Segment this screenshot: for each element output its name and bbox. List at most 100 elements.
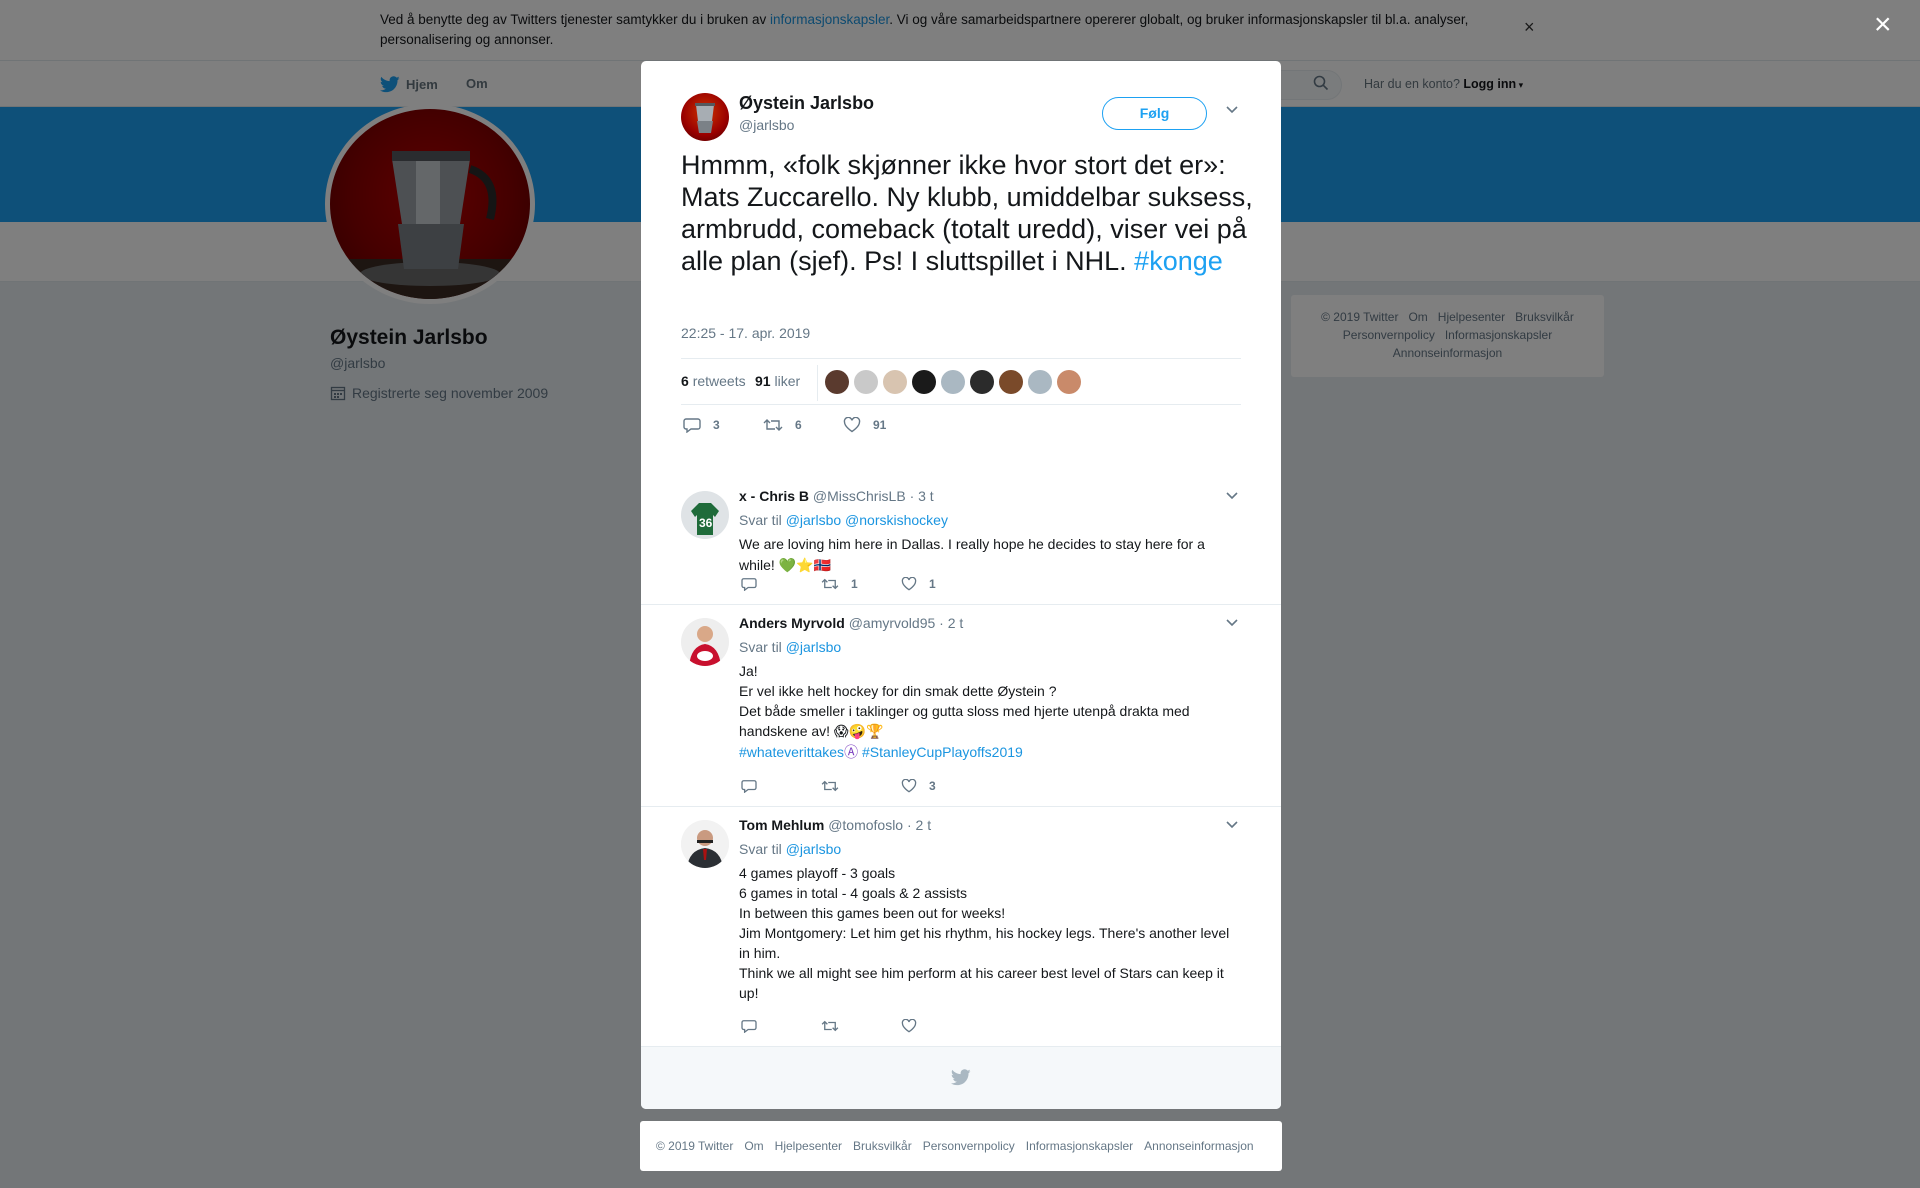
liker-avatar[interactable] xyxy=(970,370,994,394)
reply-author-name[interactable]: x - Chris B xyxy=(739,488,809,504)
tweet-text: Hmmm, «folk skjønner ikke hvor stort det… xyxy=(681,150,1253,276)
liker-avatar[interactable] xyxy=(883,370,907,394)
liker-avatar[interactable] xyxy=(999,370,1023,394)
retweet-icon xyxy=(821,578,839,590)
reply-actions: 3 xyxy=(741,779,981,793)
retweet-button[interactable]: 1 xyxy=(821,577,901,591)
reply-to: Svar til @jarlsbo xyxy=(739,639,842,655)
reply-button[interactable]: 3 xyxy=(683,417,763,433)
author-name[interactable]: Øystein Jarlsbo xyxy=(739,93,874,114)
retweet-button[interactable] xyxy=(821,779,901,793)
reply-header: Anders Myrvold @amyrvold95 · 2 t xyxy=(739,615,963,631)
footer-link[interactable]: Hjelpesenter xyxy=(775,1139,842,1153)
liker-avatars xyxy=(825,370,1081,394)
reply-time[interactable]: · 3 t xyxy=(910,488,934,504)
heart-icon xyxy=(901,1019,917,1033)
chevron-down-icon[interactable] xyxy=(1225,105,1239,115)
moka-pot-thumb xyxy=(695,103,715,133)
reply-avatar[interactable] xyxy=(681,820,729,868)
reply-header: x - Chris B @MissChrisLB · 3 t xyxy=(739,488,934,504)
retweet-icon xyxy=(763,419,783,431)
liker-avatar[interactable] xyxy=(825,370,849,394)
reply-avatar[interactable] xyxy=(681,618,729,666)
reply-text: We are loving him here in Dallas. I real… xyxy=(739,536,1205,573)
reply-text: 4 games playoff - 3 goals 6 games in tot… xyxy=(739,865,1230,1001)
reply-actions xyxy=(741,1019,981,1033)
reply-to: Svar til @jarlsbo xyxy=(739,841,842,857)
reply-button[interactable] xyxy=(741,779,821,793)
close-icon[interactable]: × xyxy=(1874,10,1892,40)
hashtag-link[interactable]: #StanleyCupPlayoffs2019 xyxy=(862,744,1023,760)
like-button[interactable]: 3 xyxy=(901,779,981,793)
twitter-bird-icon xyxy=(951,1069,971,1086)
reply-icon xyxy=(741,780,757,793)
hashtag-link[interactable]: #konge xyxy=(1134,246,1223,276)
tweet-timestamp[interactable]: 22:25 - 17. apr. 2019 xyxy=(681,325,810,341)
person-avatar-image xyxy=(681,820,729,868)
reply-time[interactable]: · 2 t xyxy=(907,817,931,833)
liker-avatar[interactable] xyxy=(1028,370,1052,394)
likes-stat[interactable]: 91 liker xyxy=(755,373,800,389)
modal-footer xyxy=(641,1046,1281,1109)
like-button[interactable]: 1 xyxy=(901,577,981,591)
jersey-avatar-image: 36 xyxy=(681,491,729,539)
reply-icon xyxy=(683,418,701,433)
reply-icon xyxy=(741,578,757,591)
heart-icon xyxy=(843,417,861,433)
svg-text:36: 36 xyxy=(699,516,713,530)
mention-link[interactable]: @jarlsbo xyxy=(786,639,841,655)
retweet-button[interactable]: 6 xyxy=(763,417,843,433)
author-avatar[interactable] xyxy=(681,93,729,141)
follow-button[interactable]: Følg xyxy=(1102,97,1207,130)
reply-author-name[interactable]: Tom Mehlum xyxy=(739,817,824,833)
mention-link[interactable]: @jarlsbo xyxy=(786,512,841,528)
mention-link[interactable]: @jarlsbo xyxy=(786,841,841,857)
reply-actions: 1 1 xyxy=(741,577,981,591)
reply-to: Svar til @jarlsbo @norskishockey xyxy=(739,512,948,528)
liker-avatar[interactable] xyxy=(912,370,936,394)
retweet-icon xyxy=(821,1020,839,1032)
footer-link[interactable]: Bruksvilkår xyxy=(853,1139,912,1153)
footer-link[interactable]: Informasjonskapsler xyxy=(1026,1139,1133,1153)
reply-avatar[interactable]: 36 xyxy=(681,491,729,539)
reply-tweet[interactable]: Tom Mehlum @tomofoslo · 2 t Svar til @ja… xyxy=(641,808,1281,1046)
retweets-stat[interactable]: 6 retweets xyxy=(681,373,746,389)
reply-header: Tom Mehlum @tomofoslo · 2 t xyxy=(739,817,931,833)
footer-link[interactable]: Annonseinformasjon xyxy=(1144,1139,1253,1153)
tweet-actions: 3 6 91 xyxy=(683,417,923,433)
footer-link[interactable]: Om xyxy=(744,1139,763,1153)
chevron-down-icon[interactable] xyxy=(1225,618,1239,628)
liker-avatar[interactable] xyxy=(1057,370,1081,394)
reply-tweet[interactable]: 36 x - Chris B @MissChrisLB · 3 t Svar t… xyxy=(641,473,1281,605)
chevron-down-icon[interactable] xyxy=(1225,820,1239,830)
reply-author-handle[interactable]: @MissChrisLB xyxy=(813,488,906,504)
reply-tweet[interactable]: Anders Myrvold @amyrvold95 · 2 t Svar ti… xyxy=(641,606,1281,807)
hashtag-link[interactable]: #whateverittakes xyxy=(739,744,844,760)
liker-avatar[interactable] xyxy=(854,370,878,394)
reply-button[interactable] xyxy=(741,577,821,591)
reply-author-handle[interactable]: @amyrvold95 xyxy=(849,615,936,631)
author-handle[interactable]: @jarlsbo xyxy=(739,117,794,133)
heart-icon xyxy=(901,779,917,793)
reply-author-handle[interactable]: @tomofoslo xyxy=(828,817,903,833)
red-wings-avatar-image xyxy=(681,618,729,666)
retweet-icon xyxy=(821,780,839,792)
modal-bottom-footer: © 2019 Twitter Om Hjelpesenter Bruksvilk… xyxy=(640,1121,1282,1171)
reply-text: Ja! Er vel ikke helt hockey for din smak… xyxy=(739,663,1190,760)
avengers-icon: Ⓐ xyxy=(844,744,859,760)
like-button[interactable] xyxy=(901,1019,981,1033)
like-button[interactable]: 91 xyxy=(843,417,923,433)
footer-link[interactable]: Personvernpolicy xyxy=(923,1139,1015,1153)
reply-time[interactable]: · 2 t xyxy=(939,615,963,631)
tweet-modal: Øystein Jarlsbo @jarlsbo Følg Hmmm, «fol… xyxy=(641,61,1281,1109)
divider xyxy=(817,365,818,401)
reply-icon xyxy=(741,1020,757,1033)
heart-icon xyxy=(901,577,917,591)
tweet-stats: 6 retweets 91 liker xyxy=(681,358,1241,405)
mention-link[interactable]: @norskishockey xyxy=(845,512,948,528)
reply-button[interactable] xyxy=(741,1019,821,1033)
retweet-button[interactable] xyxy=(821,1019,901,1033)
chevron-down-icon[interactable] xyxy=(1225,491,1239,501)
liker-avatar[interactable] xyxy=(941,370,965,394)
reply-author-name[interactable]: Anders Myrvold xyxy=(739,615,845,631)
